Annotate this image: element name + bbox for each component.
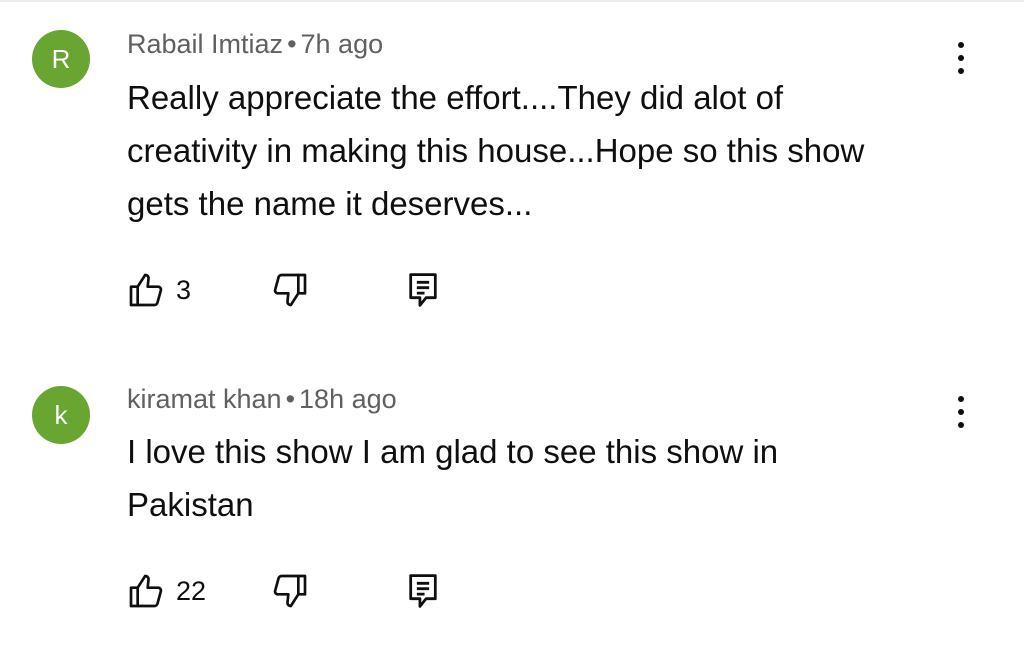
meta-separator: • [287,29,297,59]
comment-meta: kiramat khan • 18h ago [127,384,397,415]
reply-button[interactable] [405,268,441,312]
avatar-letter: k [54,399,68,430]
thumbs-down-icon [273,574,307,608]
avatar[interactable]: R [32,30,90,88]
like-count: 22 [176,575,207,606]
avatar-letter: R [51,43,71,74]
comment-time: 7h ago [300,29,384,59]
like-button[interactable]: 22 [126,569,206,613]
comment-meta: Rabail Imtiaz • 7h ago [127,29,383,60]
comment-item: k kiramat khan • 18h ago I love this show … [0,355,1024,655]
dislike-button[interactable] [270,268,310,312]
author-name[interactable]: kiramat khan [127,384,282,414]
reply-button[interactable] [405,569,441,613]
comment-item: R Rabail Imtiaz • 7h ago Really appreciate… [0,0,1024,340]
comment-actions: 22 [120,569,480,613]
avatar[interactable]: k [32,386,90,444]
more-options-button[interactable] [944,392,978,432]
thumbs-up-icon [129,273,163,307]
thumbs-down-icon [273,273,307,307]
comment-text: I love this show I am glad to see this s… [127,433,779,523]
more-options-button[interactable] [944,38,978,78]
reply-comment-icon [409,273,437,307]
thumbs-up-icon [129,574,163,608]
comment-time: 18h ago [299,384,397,414]
reply-comment-icon [409,574,437,608]
comment-text: Really appreciate the effort....They did… [127,79,865,222]
comment-actions: 3 [120,268,480,312]
meta-separator: • [285,384,296,414]
dislike-button[interactable] [270,569,310,613]
like-count: 3 [176,274,192,305]
like-button[interactable]: 3 [126,268,191,312]
author-name[interactable]: Rabail Imtiaz [127,29,283,59]
